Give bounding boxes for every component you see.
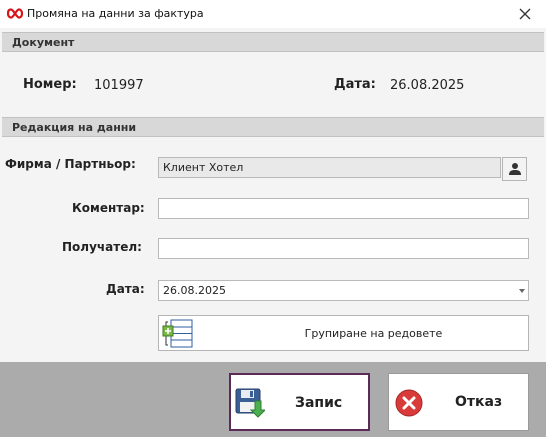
close-icon xyxy=(519,8,531,20)
person-icon xyxy=(509,163,521,175)
cancel-button[interactable]: Отказ xyxy=(388,373,529,431)
group-rows-label: Групиране на редовете xyxy=(304,327,443,340)
document-section-title: Документ xyxy=(12,36,75,49)
window-title: Промяна на данни за фактура xyxy=(27,7,204,20)
comment-label: Коментар: xyxy=(72,201,145,215)
close-button[interactable] xyxy=(512,2,538,26)
save-button[interactable]: Запис xyxy=(229,373,370,431)
cancel-label: Отказ xyxy=(455,394,503,410)
number-value: 101997 xyxy=(94,78,144,93)
window-titlebar: Промяна на данни за фактура xyxy=(0,0,546,28)
save-floppy-icon xyxy=(235,388,265,418)
date-picker-value: 26.08.2025 xyxy=(163,284,226,297)
recipient-input[interactable] xyxy=(158,238,529,259)
chevron-down-icon[interactable] xyxy=(519,289,525,293)
cancel-x-icon xyxy=(395,389,423,417)
number-label: Номер: xyxy=(23,77,77,92)
select-partner-button[interactable] xyxy=(502,157,527,181)
document-date-label: Дата: xyxy=(334,77,376,92)
document-date-value: 26.08.2025 xyxy=(390,78,465,93)
edit-section-header: Редакция на данни xyxy=(2,117,544,137)
partner-label: Фирма / Партньор: xyxy=(5,157,136,171)
recipient-label: Получател: xyxy=(62,240,142,254)
edit-date-label: Дата: xyxy=(106,282,145,296)
comment-input[interactable] xyxy=(158,198,529,219)
date-picker[interactable]: 26.08.2025 xyxy=(158,280,529,301)
edit-section-title: Редакция на данни xyxy=(12,121,137,134)
document-section-header: Документ xyxy=(2,32,544,52)
group-rows-button[interactable]: Групиране на редовете xyxy=(158,315,529,351)
save-label: Запис xyxy=(295,395,343,411)
partner-field[interactable]: Клиент Хотел xyxy=(158,157,501,178)
infinity-logo-icon xyxy=(7,8,23,19)
